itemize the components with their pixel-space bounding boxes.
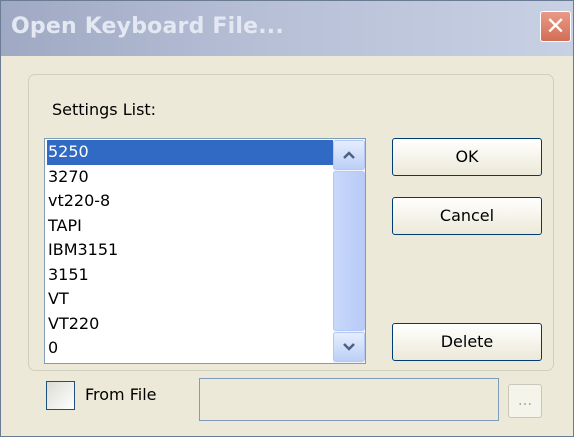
list-item[interactable]: TAPI bbox=[47, 214, 333, 239]
cancel-button[interactable]: Cancel bbox=[392, 197, 542, 235]
list-item[interactable]: 0 bbox=[47, 336, 333, 361]
title-bar[interactable]: Open Keyboard File... ✕ bbox=[1, 1, 573, 56]
scroll-thumb[interactable] bbox=[333, 171, 365, 331]
close-button[interactable]: ✕ bbox=[540, 11, 571, 42]
list-item[interactable]: 5250 bbox=[47, 140, 333, 165]
chevron-up-icon bbox=[343, 151, 355, 159]
window-title: Open Keyboard File... bbox=[11, 14, 284, 39]
chevron-down-icon bbox=[343, 343, 355, 351]
list-item[interactable]: VT bbox=[47, 287, 333, 312]
list-item[interactable]: VT220 bbox=[47, 312, 333, 337]
list-item[interactable]: 3270 bbox=[47, 165, 333, 190]
list-item[interactable]: 3151 bbox=[47, 263, 333, 288]
close-icon: ✕ bbox=[545, 12, 566, 40]
list-item[interactable]: vt220-8 bbox=[47, 189, 333, 214]
dialog-window: Open Keyboard File... ✕ Settings List: 5… bbox=[0, 0, 574, 437]
from-file-label[interactable]: From File bbox=[85, 385, 157, 404]
list-scrollbar[interactable] bbox=[333, 139, 365, 363]
delete-button[interactable]: Delete bbox=[392, 323, 542, 361]
ok-button[interactable]: OK bbox=[392, 138, 542, 176]
file-path-field[interactable] bbox=[199, 378, 499, 421]
settings-list-label: Settings List: bbox=[52, 100, 157, 119]
settings-listbox[interactable]: 5250 3270 vt220-8 TAPI IBM3151 3151 VT V… bbox=[44, 138, 366, 364]
scroll-down-button[interactable] bbox=[333, 332, 365, 362]
list-item[interactable]: IBM3151 bbox=[47, 238, 333, 263]
scroll-up-button[interactable] bbox=[333, 140, 365, 170]
from-file-checkbox[interactable] bbox=[46, 381, 75, 410]
browse-button[interactable]: ... bbox=[508, 384, 542, 418]
